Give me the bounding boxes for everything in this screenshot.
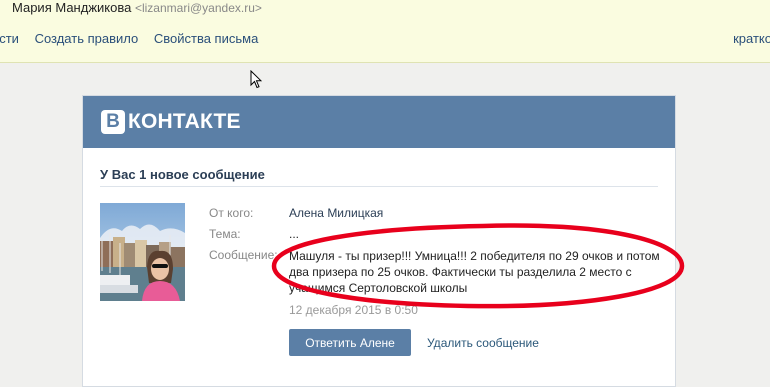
sender-name: Мария Манджикова — [12, 0, 132, 15]
action-truncated[interactable]: ести — [0, 31, 19, 46]
new-message-notice: У Вас 1 новое сообщение — [100, 167, 265, 182]
mouse-pointer-icon — [250, 70, 262, 89]
sender-avatar[interactable] — [100, 203, 185, 301]
create-rule-link[interactable]: Создать правило — [35, 31, 139, 46]
mail-actions-bar: ести Создать правило Свойства письма — [0, 31, 270, 46]
mail-header: Мария Манджикова <lizanmari@yandex.ru> е… — [0, 0, 770, 63]
vk-logo[interactable]: В КОНТАКТЕ — [101, 110, 241, 134]
delete-message-link[interactable]: Удалить сообщение — [427, 336, 539, 350]
sender-info: Мария Манджикова <lizanmari@yandex.ru> — [12, 0, 262, 15]
reply-button[interactable]: Ответить Алене — [289, 329, 411, 356]
vk-header: В КОНТАКТЕ — [83, 96, 675, 148]
red-highlight-ellipse — [271, 223, 685, 309]
view-mode-link[interactable]: кратко — [733, 31, 770, 46]
sender-email[interactable]: <lizanmari@yandex.ru> — [135, 1, 262, 15]
vk-logo-mark: В — [101, 110, 125, 134]
from-label: От кого: — [209, 206, 254, 220]
subject-label: Тема: — [209, 227, 241, 241]
vk-logo-text: КОНТАКТЕ — [128, 110, 241, 133]
message-properties-link[interactable]: Свойства письма — [154, 31, 258, 46]
divider — [100, 186, 658, 187]
